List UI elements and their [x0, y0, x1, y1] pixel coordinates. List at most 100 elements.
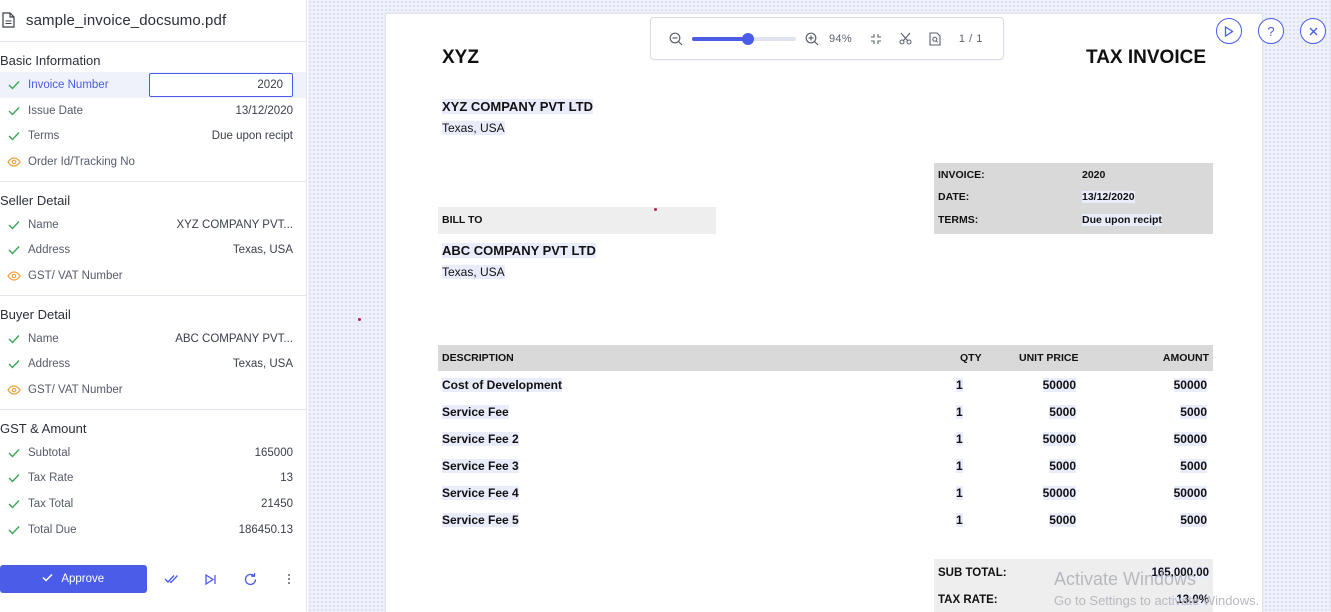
row-amount[interactable]: 5000 — [1180, 405, 1207, 419]
row-qty[interactable]: 1 — [956, 513, 963, 527]
total-key: TAX RATE: — [938, 594, 998, 606]
section-title[interactable]: GST & Amount — [0, 410, 306, 440]
approve-button[interactable]: Approve — [0, 565, 147, 593]
row-description[interactable]: Service Fee 5 — [442, 513, 519, 527]
action-bar: Approve — [0, 561, 307, 597]
invoice-number-input[interactable] — [149, 72, 293, 97]
file-header: sample_invoice_docsumo.pdf — [0, 0, 306, 42]
meta-value[interactable]: 2020 — [1082, 169, 1105, 181]
field-buyer-address[interactable]: Address Texas, USA — [0, 352, 306, 378]
row-qty[interactable]: 1 — [956, 486, 963, 500]
check-icon — [0, 525, 28, 535]
field-total-due[interactable]: Total Due 186450.13 — [0, 517, 306, 543]
row-qty[interactable]: 1 — [956, 459, 963, 473]
row-unit-price[interactable]: 5000 — [1049, 459, 1076, 473]
row-description[interactable]: Service Fee 2 — [442, 432, 519, 446]
row-description[interactable]: Service Fee 3 — [442, 459, 519, 473]
help-icon[interactable]: ? — [1258, 18, 1284, 44]
skip-next-icon[interactable] — [193, 565, 229, 593]
row-unit-price[interactable]: 5000 — [1049, 405, 1076, 419]
row-amount[interactable]: 50000 — [1173, 378, 1207, 392]
field-value[interactable]: XYZ COMPANY PVT... — [166, 219, 306, 231]
double-check-icon[interactable] — [155, 565, 191, 593]
field-seller-address[interactable]: Address Texas, USA — [0, 237, 306, 263]
field-label: Terms — [28, 130, 60, 143]
row-description[interactable]: Service Fee — [442, 405, 509, 419]
row-unit-price[interactable]: 5000 — [1049, 513, 1076, 527]
header-unit-price: UNIT PRICE — [1019, 352, 1079, 364]
section-title[interactable]: Seller Detail — [0, 182, 306, 212]
field-value[interactable]: Texas, USA — [166, 358, 306, 370]
refresh-icon[interactable] — [232, 565, 268, 593]
field-value[interactable]: Texas, USA — [166, 244, 306, 256]
field-seller-name[interactable]: Name XYZ COMPANY PVT... — [0, 212, 306, 238]
field-value[interactable]: ABC COMPANY PVT... — [166, 333, 306, 345]
collapse-icon[interactable] — [868, 31, 884, 47]
total-key: SUB TOTAL: — [938, 567, 1007, 579]
row-qty[interactable]: 1 — [956, 405, 963, 419]
section-buyer-detail: Buyer Detail Name ABC COMPANY PVT... Add… — [0, 296, 306, 410]
page-search-icon[interactable] — [927, 31, 943, 47]
zoom-in-icon[interactable] — [804, 31, 820, 47]
field-tax-rate[interactable]: Tax Rate 13 — [0, 466, 306, 492]
buyer-name[interactable]: ABC COMPANY PVT LTD — [442, 243, 596, 258]
zoom-out-icon[interactable] — [668, 31, 684, 47]
row-description[interactable]: Cost of Development — [442, 378, 563, 392]
field-issue-date[interactable]: Issue Date 13/12/2020 — [0, 98, 306, 124]
zoom-slider-thumb[interactable] — [742, 32, 755, 45]
field-buyer-gst[interactable]: GST/ VAT Number — [0, 377, 306, 403]
field-terms[interactable]: Terms Due upon recipt — [0, 123, 306, 149]
check-icon — [0, 448, 28, 458]
scissors-icon[interactable] — [898, 31, 914, 47]
row-qty[interactable]: 1 — [956, 378, 963, 392]
play-icon[interactable] — [1216, 18, 1242, 44]
field-label: Invoice Number — [28, 78, 109, 91]
table-header: DESCRIPTION QTY UNIT PRICE AMOUNT — [438, 345, 1213, 371]
eye-icon — [0, 157, 28, 167]
section-title[interactable]: Buyer Detail — [0, 296, 306, 326]
row-amount[interactable]: 50000 — [1173, 486, 1207, 500]
field-seller-gst[interactable]: GST/ VAT Number — [0, 263, 306, 289]
row-unit-price[interactable]: 50000 — [1042, 486, 1076, 500]
field-buyer-name[interactable]: Name ABC COMPANY PVT... — [0, 326, 306, 352]
field-value[interactable]: Due upon recipt — [166, 130, 306, 142]
header-qty: QTY — [960, 352, 982, 364]
section-title[interactable]: Basic Information — [0, 42, 306, 72]
field-subtotal[interactable]: Subtotal 165000 — [0, 440, 306, 466]
field-label: GST/ VAT Number — [28, 384, 123, 397]
field-value[interactable]: 13/12/2020 — [166, 105, 306, 117]
field-label: Tax Total — [28, 498, 74, 511]
field-order-id[interactable]: Order Id/Tracking No — [0, 149, 306, 175]
check-icon — [0, 131, 28, 141]
check-icon — [42, 573, 53, 585]
row-unit-price[interactable]: 50000 — [1042, 378, 1076, 392]
meta-key: DATE: — [938, 191, 970, 203]
check-icon — [0, 473, 28, 483]
seller-address[interactable]: Texas, USA — [442, 121, 505, 135]
field-value[interactable]: 21450 — [166, 498, 306, 510]
row-amount[interactable]: 50000 — [1173, 432, 1207, 446]
fields-panel: sample_invoice_docsumo.pdf Basic Informa… — [0, 0, 307, 612]
seller-name[interactable]: XYZ COMPANY PVT LTD — [442, 99, 593, 114]
row-amount[interactable]: 5000 — [1180, 459, 1207, 473]
buyer-address[interactable]: Texas, USA — [442, 265, 505, 279]
field-value[interactable]: 13 — [166, 472, 306, 484]
row-amount[interactable]: 5000 — [1180, 513, 1207, 527]
row-description[interactable]: Service Fee 4 — [442, 486, 519, 500]
file-name: sample_invoice_docsumo.pdf — [26, 12, 227, 29]
meta-value[interactable]: 13/12/2020 — [1082, 191, 1135, 203]
field-value[interactable]: 186450.13 — [166, 524, 306, 536]
field-invoice-number[interactable]: Invoice Number — [0, 72, 306, 98]
more-options-icon[interactable] — [271, 565, 307, 593]
row-qty[interactable]: 1 — [956, 432, 963, 446]
field-tax-total[interactable]: Tax Total 21450 — [0, 491, 306, 517]
row-unit-price[interactable]: 50000 — [1042, 432, 1076, 446]
zoom-slider[interactable] — [692, 32, 796, 45]
field-label: Address — [28, 244, 71, 257]
field-value[interactable]: 165000 — [166, 447, 306, 459]
meta-value[interactable]: Due upon recipt — [1082, 214, 1162, 226]
close-icon[interactable] — [1300, 18, 1326, 44]
invoice-doc-title: TAX INVOICE — [1086, 47, 1206, 68]
field-label: Total Due — [28, 523, 77, 536]
section-basic-information: Basic Information Invoice Number Issue D… — [0, 42, 306, 182]
